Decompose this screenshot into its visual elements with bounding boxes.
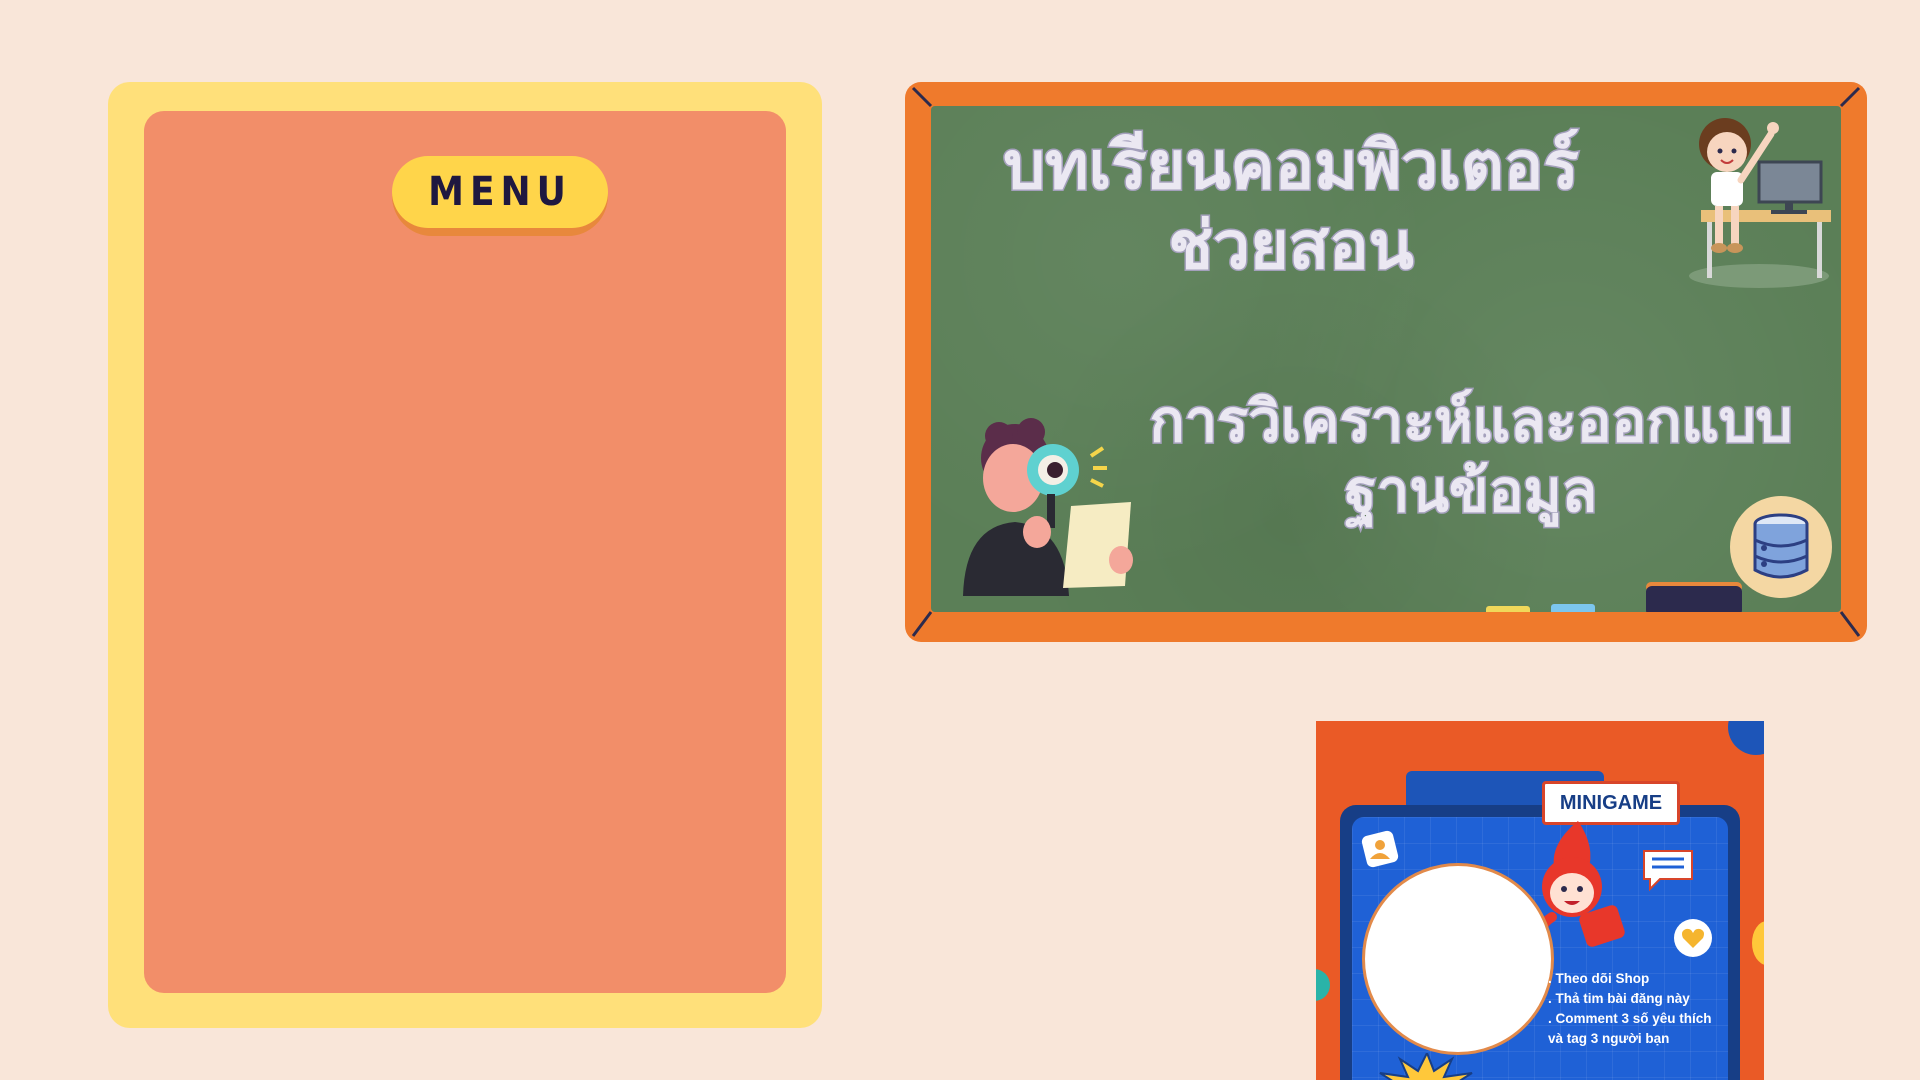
chalkboard: บทเรียนคอมพิวเตอร์ช่วยสอน การวิเคราะห์แล… bbox=[905, 82, 1867, 642]
minigame-rules: . Theo dõi Shop . Thả tim bài đăng này .… bbox=[1548, 969, 1758, 1049]
rule-like: . Thả tim bài đăng này bbox=[1548, 991, 1690, 1006]
magnifier-person-icon bbox=[963, 418, 1133, 596]
chat-icon bbox=[1643, 850, 1693, 892]
student-at-computer-icon bbox=[1689, 118, 1831, 288]
database-icon bbox=[1753, 513, 1809, 579]
rule-comment: . Comment 3 số yêu thích bbox=[1548, 1011, 1712, 1026]
sunburst-icon bbox=[1379, 1053, 1473, 1080]
heart-icon bbox=[1674, 919, 1712, 957]
lesson-title: บทเรียนคอมพิวเตอร์ช่วยสอน bbox=[1002, 126, 1581, 286]
minigame-photo-placeholder bbox=[1362, 863, 1554, 1055]
database-icon-badge bbox=[1730, 496, 1832, 598]
menu-button-label: MENU bbox=[392, 156, 608, 228]
menu-button[interactable]: MENU bbox=[392, 156, 608, 236]
chalk-yellow bbox=[1486, 606, 1530, 612]
minigame-card[interactable]: MINIGAME . Theo dõi Shop . Thả tim bài đ… bbox=[1316, 721, 1764, 1080]
rule-tag: và tag 3 người bạn bbox=[1548, 1031, 1670, 1046]
chalk-blue bbox=[1551, 604, 1595, 612]
eraser bbox=[1646, 586, 1742, 612]
photo-icon bbox=[1361, 830, 1399, 868]
menu-panel: MENU bbox=[144, 111, 786, 993]
chalkboard-surface: บทเรียนคอมพิวเตอร์ช่วยสอน การวิเคราะห์แล… bbox=[931, 106, 1841, 612]
menu-card: MENU bbox=[108, 82, 822, 1028]
rule-follow: . Theo dõi Shop bbox=[1548, 971, 1650, 986]
lesson-subtitle: การวิเคราะห์และออกแบบฐานข้อมูล bbox=[1148, 386, 1794, 527]
